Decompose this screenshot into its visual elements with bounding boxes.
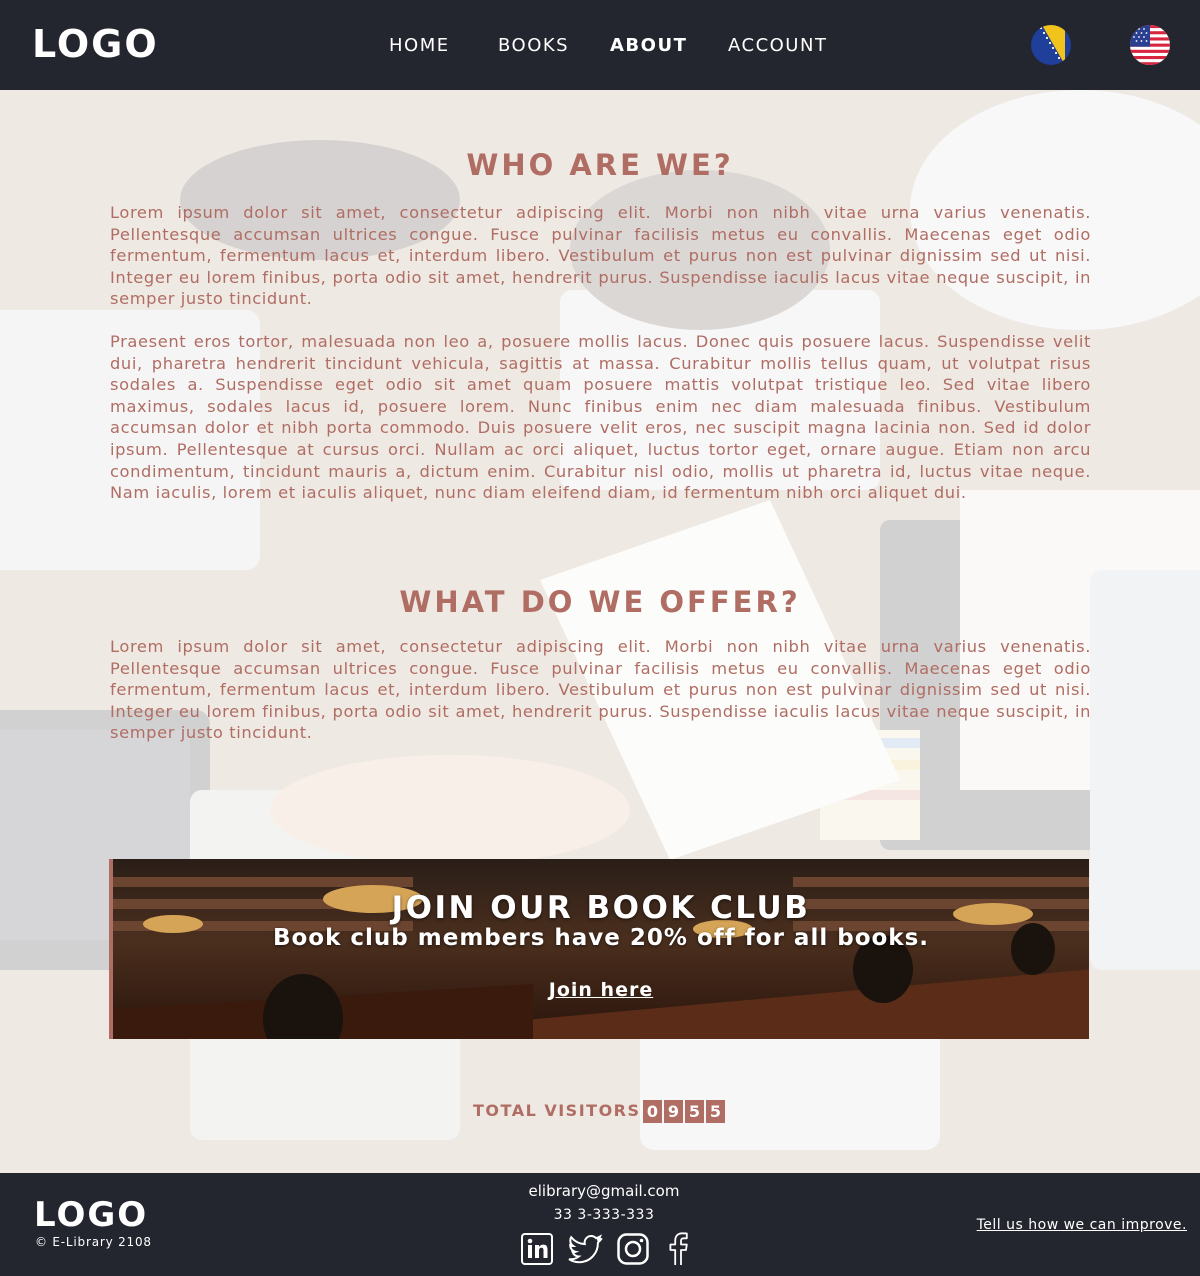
nav-account[interactable]: ACCOUNT (728, 35, 827, 56)
nav-home[interactable]: HOME (389, 35, 450, 56)
facebook-icon[interactable] (664, 1232, 692, 1266)
book-club-subtitle: Book club members have 20% off for all b… (272, 925, 930, 951)
top-navbar: LOGO HOME BOOKS ABOUT ACCOUNT (0, 0, 1200, 90)
nav-about[interactable]: ABOUT (610, 35, 687, 56)
twitter-icon[interactable] (566, 1232, 604, 1266)
join-here-link[interactable]: Join here (549, 979, 653, 1001)
counter-digit: 9 (664, 1100, 683, 1123)
counter-digit: 0 (643, 1100, 662, 1123)
who-are-we-paragraph-2: Praesent eros tortor, malesuada non leo … (110, 332, 1091, 503)
copyright-text: © E-Library 2108 (35, 1235, 152, 1249)
feedback-link-wrap: Tell us how we can improve. (977, 1217, 1187, 1233)
who-are-we-paragraph-1: Lorem ipsum dolor sit amet, consectetur … (110, 203, 1091, 309)
usa-flag-icon[interactable] (1130, 25, 1170, 65)
counter-digit: 5 (706, 1100, 725, 1123)
what-do-we-offer-paragraph: Lorem ipsum dolor sit amet, consectetur … (110, 637, 1091, 743)
book-club-banner: JOIN OUR BOOK CLUB Book club members hav… (109, 859, 1089, 1039)
nav-books[interactable]: BOOKS (498, 35, 569, 56)
visitor-counter: 0955 (643, 1100, 727, 1123)
main-nav: HOME BOOKS ABOUT ACCOUNT (0, 35, 1200, 59)
instagram-icon[interactable] (616, 1232, 650, 1266)
what-do-we-offer-title: WHAT DO WE OFFER? (399, 585, 801, 619)
counter-digit: 5 (685, 1100, 704, 1123)
contact-email[interactable]: elibrary@gmail.com (0, 1182, 1200, 1200)
who-are-we-title: WHO ARE WE? (466, 148, 734, 182)
join-here-link-wrap: Join here (113, 979, 1089, 1001)
feedback-link[interactable]: Tell us how we can improve. (977, 1217, 1187, 1233)
bosnia-flag-icon[interactable] (1031, 25, 1071, 65)
total-visitors-label: TOTAL VISITORS (473, 1101, 641, 1120)
site-footer: LOGO © E-Library 2108 elibrary@gmail.com… (0, 1173, 1200, 1276)
book-club-title: JOIN OUR BOOK CLUB (391, 890, 811, 926)
linkedin-icon[interactable] (520, 1232, 554, 1266)
